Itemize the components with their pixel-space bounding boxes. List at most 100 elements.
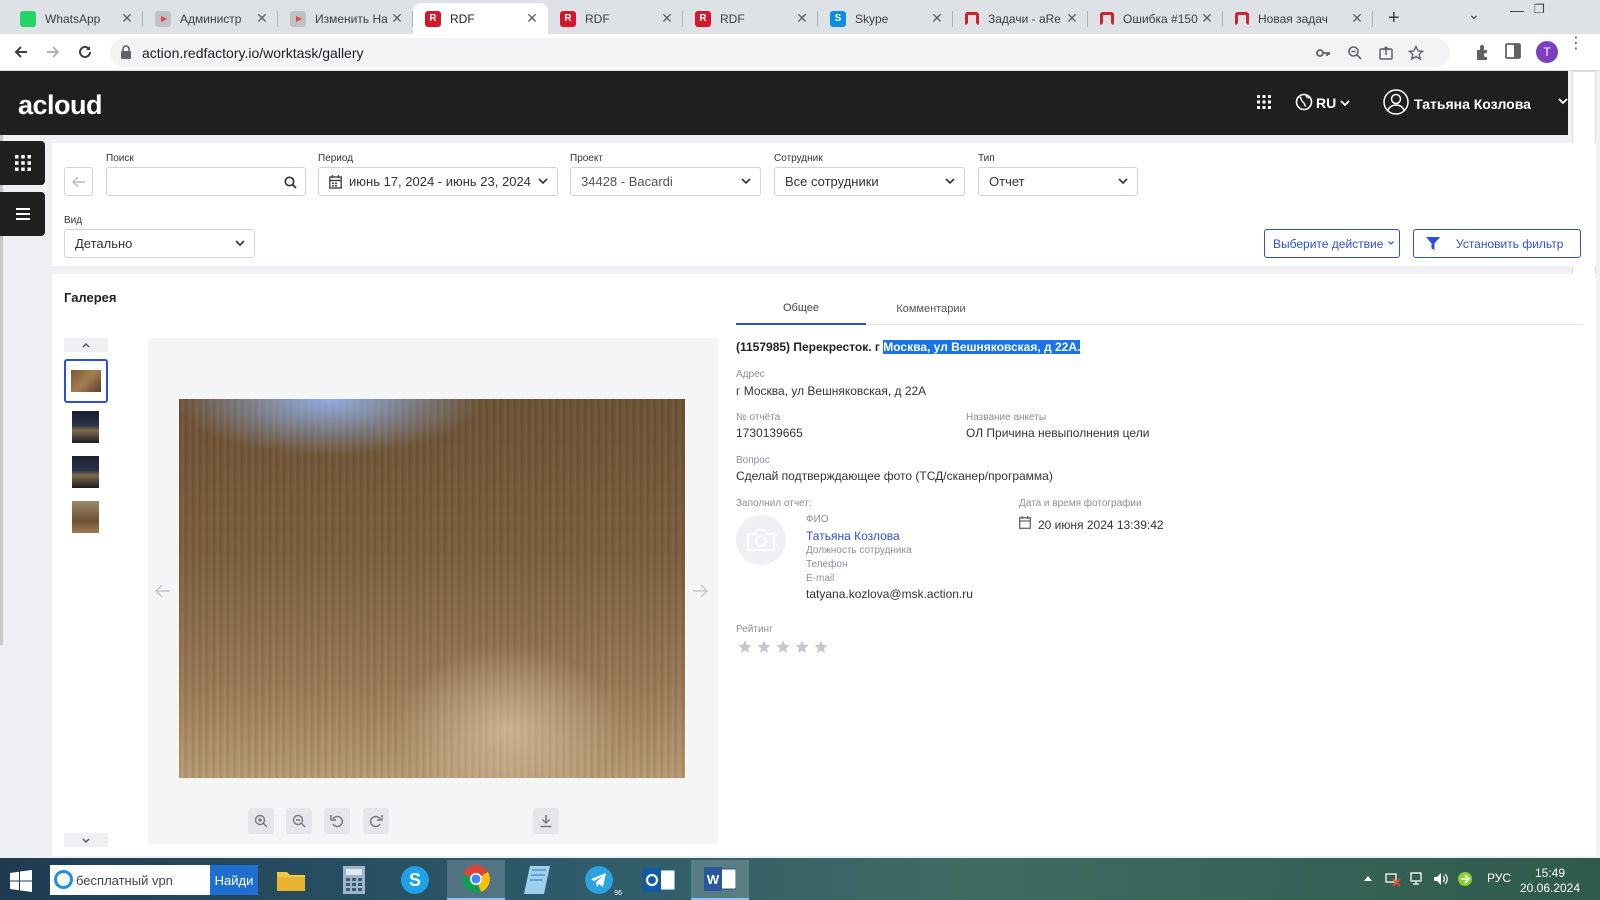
browser-tab[interactable]: Изменить На ✕ bbox=[278, 3, 413, 34]
chevron-down-icon bbox=[945, 178, 955, 185]
skype-icon: S bbox=[401, 866, 429, 894]
gallery-thumbnail[interactable] bbox=[72, 411, 99, 443]
rating-star-icon[interactable] bbox=[757, 640, 771, 654]
close-tab-icon[interactable]: ✕ bbox=[524, 10, 540, 27]
user-name[interactable]: Татьяна Козлова bbox=[1414, 96, 1531, 112]
calculator-app[interactable] bbox=[325, 860, 383, 900]
gallery-title: Галерея bbox=[64, 290, 117, 305]
close-tab-icon[interactable]: ✕ bbox=[659, 10, 675, 27]
zoom-icon[interactable] bbox=[1347, 45, 1363, 61]
apps-grid-icon[interactable] bbox=[1257, 95, 1271, 109]
project-select[interactable]: 34428 - Bacardi bbox=[570, 167, 761, 196]
period-date-range-picker[interactable]: июнь 17, 2024 - июнь 23, 2024 bbox=[318, 167, 558, 196]
reload-icon[interactable] bbox=[76, 43, 94, 61]
address-bar[interactable]: action.redfactory.io/worktask/gallery bbox=[110, 38, 1450, 67]
next-photo-arrow-icon[interactable] bbox=[692, 584, 708, 598]
telegram-app[interactable]: 96 bbox=[570, 860, 628, 900]
tab-search-icon[interactable]: ⌄ bbox=[1468, 6, 1480, 23]
url-text[interactable]: action.redfactory.io/worktask/gallery bbox=[142, 45, 364, 61]
search-icon[interactable] bbox=[284, 176, 297, 189]
thumbnails-scroll-down[interactable] bbox=[64, 833, 108, 847]
windows-start-icon[interactable] bbox=[10, 870, 32, 892]
restore-icon[interactable]: ❐ bbox=[1534, 2, 1545, 16]
address-value: г Москва, ул Вешняковская, д 22А bbox=[736, 384, 927, 398]
report-photo[interactable] bbox=[179, 399, 685, 778]
previous-photo-arrow-icon[interactable] bbox=[155, 584, 171, 598]
thumbnails-scroll-up[interactable] bbox=[64, 338, 108, 352]
file-explorer-app[interactable] bbox=[262, 860, 320, 900]
type-select[interactable]: Отчет bbox=[978, 167, 1138, 196]
volume-icon[interactable] bbox=[1433, 872, 1449, 886]
word-app[interactable]: W bbox=[691, 860, 749, 900]
rating-star-icon[interactable] bbox=[776, 640, 790, 654]
hamburger-menu-button[interactable] bbox=[0, 192, 45, 236]
close-tab-icon[interactable]: ✕ bbox=[929, 10, 945, 27]
zoom-in-button[interactable] bbox=[248, 808, 274, 834]
outlook-app[interactable] bbox=[630, 860, 688, 900]
gallery-thumbnail-selected[interactable] bbox=[64, 359, 108, 403]
download-button[interactable] bbox=[533, 808, 559, 834]
vpn-icon[interactable] bbox=[1457, 871, 1473, 887]
browser-tab-active[interactable]: R RDF ✕ bbox=[413, 3, 548, 34]
browser-tab[interactable]: Ошибка #150 ✕ bbox=[1088, 3, 1223, 34]
extensions-icon[interactable] bbox=[1474, 43, 1492, 61]
key-icon[interactable] bbox=[1315, 45, 1331, 61]
side-panel-icon[interactable] bbox=[1505, 43, 1521, 59]
skype-app[interactable]: S bbox=[386, 860, 444, 900]
rotate-right-button[interactable] bbox=[363, 808, 389, 834]
search-input[interactable] bbox=[106, 167, 306, 196]
set-filter-button[interactable]: Установить фильтр bbox=[1413, 229, 1581, 258]
close-tab-icon[interactable]: ✕ bbox=[1199, 10, 1215, 27]
system-clock[interactable]: 15:49 20.06.2024 bbox=[1510, 866, 1590, 896]
back-arrow-icon[interactable] bbox=[12, 43, 30, 61]
profile-avatar[interactable]: T bbox=[1536, 41, 1558, 63]
forward-arrow-icon[interactable] bbox=[44, 43, 62, 61]
back-button[interactable] bbox=[64, 167, 93, 196]
rotate-left-button[interactable] bbox=[324, 808, 350, 834]
employee-select[interactable]: Все сотрудники bbox=[774, 167, 965, 196]
browser-tab[interactable]: S Skype ✕ bbox=[818, 3, 953, 34]
tab-comments[interactable]: Комментарии bbox=[866, 292, 996, 325]
browser-tab[interactable]: Задачи - aRe ✕ bbox=[953, 3, 1088, 34]
browser-tab[interactable]: Новая задач ✕ bbox=[1223, 3, 1373, 34]
employee-name-link[interactable]: Татьяна Козлова bbox=[806, 529, 900, 543]
new-tab-button[interactable]: + bbox=[1388, 7, 1400, 30]
rating-star-icon[interactable] bbox=[814, 640, 828, 654]
network-warning-icon[interactable] bbox=[1385, 872, 1401, 886]
globe-icon[interactable] bbox=[1295, 93, 1313, 111]
close-tab-icon[interactable]: ✕ bbox=[389, 10, 405, 27]
gallery-thumbnail[interactable] bbox=[72, 456, 99, 488]
rating-star-icon[interactable] bbox=[795, 640, 809, 654]
acloud-logo[interactable]: acloud bbox=[18, 90, 103, 121]
close-tab-icon[interactable]: ✕ bbox=[254, 10, 270, 27]
tab-general[interactable]: Общее bbox=[736, 292, 866, 325]
close-tab-icon[interactable]: ✕ bbox=[1349, 10, 1365, 27]
taskbar-search-button[interactable]: Найди bbox=[210, 865, 258, 895]
browser-tab[interactable]: WhatsApp ✕ bbox=[8, 3, 143, 34]
close-tab-icon[interactable]: ✕ bbox=[794, 10, 810, 27]
browser-tab[interactable]: R RDF ✕ bbox=[683, 3, 818, 34]
notes-app[interactable] bbox=[508, 860, 566, 900]
minimize-icon[interactable]: — bbox=[1510, 2, 1524, 18]
close-tab-icon[interactable]: ✕ bbox=[1064, 10, 1080, 27]
taskbar-search-input[interactable]: бесплатный vpn bbox=[50, 865, 210, 895]
language-selector[interactable]: RU bbox=[1316, 95, 1336, 111]
browser-tab[interactable]: Администр ✕ bbox=[143, 3, 278, 34]
tray-expand-icon[interactable] bbox=[1364, 875, 1372, 881]
share-icon[interactable] bbox=[1378, 45, 1394, 61]
close-tab-icon[interactable]: ✕ bbox=[119, 10, 135, 27]
gallery-thumbnail[interactable] bbox=[72, 501, 99, 533]
view-select[interactable]: Детально bbox=[64, 229, 255, 258]
input-language[interactable]: РУС bbox=[1487, 871, 1511, 885]
chrome-app[interactable] bbox=[447, 860, 505, 900]
network-icon[interactable] bbox=[1410, 872, 1426, 886]
user-avatar-icon[interactable] bbox=[1383, 89, 1409, 115]
user-menu-chevron-icon[interactable] bbox=[1558, 98, 1568, 105]
rating-star-icon[interactable] bbox=[738, 640, 752, 654]
zoom-out-button[interactable] bbox=[286, 808, 312, 834]
bookmark-star-icon[interactable] bbox=[1408, 45, 1424, 61]
select-action-button[interactable]: Выберите действие bbox=[1264, 229, 1400, 258]
browser-tab[interactable]: R RDF ✕ bbox=[548, 3, 683, 34]
browser-menu-icon[interactable]: ⋮ bbox=[1568, 36, 1584, 52]
apps-menu-button[interactable] bbox=[0, 141, 45, 185]
